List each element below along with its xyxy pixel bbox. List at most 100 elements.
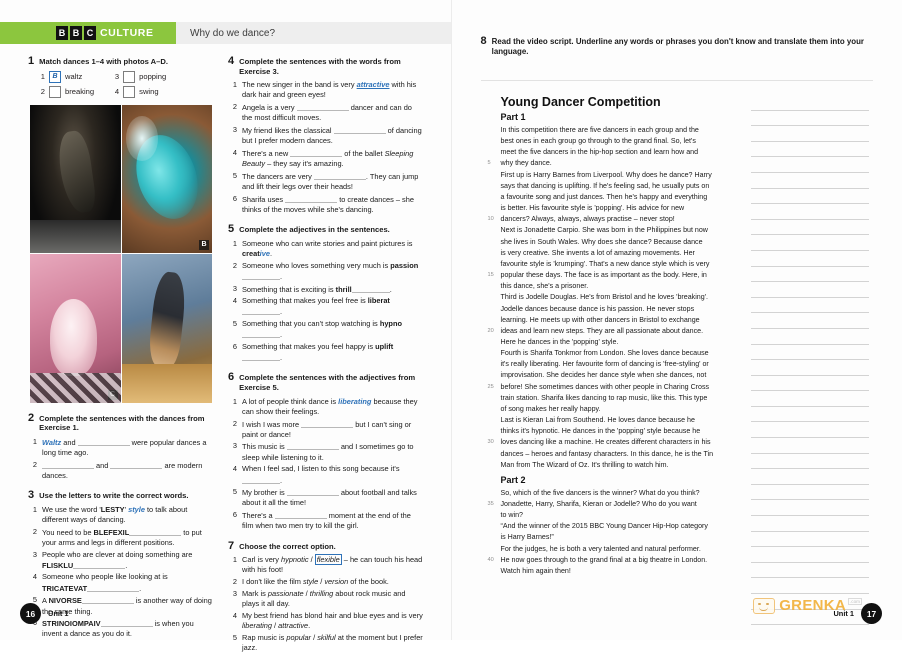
- exercise-item[interactable]: 1Someone who can write stories and paint…: [228, 239, 424, 259]
- match-item-2-answer-box[interactable]: [49, 86, 61, 98]
- exercise-item[interactable]: 3Mark is passionate / thrilling about ro…: [228, 589, 424, 609]
- answer-blank[interactable]: [242, 329, 280, 338]
- writing-line[interactable]: [751, 267, 869, 283]
- writing-line[interactable]: [751, 532, 869, 548]
- exercise-item[interactable]: 3People who are clever at doing somethin…: [28, 550, 214, 571]
- writing-line[interactable]: [751, 376, 869, 392]
- match-item-1-answer-box[interactable]: B: [49, 71, 61, 83]
- exercise-item[interactable]: 5Rap music is popular / skilful at the m…: [228, 633, 424, 653]
- exercise-item[interactable]: 1Waltz and were popular dances a long ti…: [28, 437, 214, 458]
- writing-line[interactable]: [751, 345, 869, 361]
- exercise-item[interactable]: 2You need to be BLEFEXIL to put your arm…: [28, 527, 214, 548]
- exercise-item[interactable]: 4Something that makes you feel free is l…: [228, 296, 424, 317]
- writing-line[interactable]: [751, 111, 869, 127]
- writing-line[interactable]: [751, 189, 869, 205]
- writing-line[interactable]: [751, 563, 869, 579]
- answer-blank[interactable]: [297, 102, 349, 111]
- exercise-item[interactable]: 5My brother is about football and talks …: [228, 487, 424, 508]
- writing-line[interactable]: [751, 298, 869, 314]
- match-item-3-answer-box[interactable]: [123, 71, 135, 83]
- answer-writing-lines[interactable]: [751, 95, 869, 625]
- answer-blank[interactable]: [82, 595, 134, 604]
- writing-line[interactable]: [751, 282, 869, 298]
- match-item-2[interactable]: 2 breaking: [38, 86, 94, 98]
- exercise-item[interactable]: 4Someone who people like looking at is T…: [28, 572, 214, 593]
- exercise-item[interactable]: 2I don't like the film style / version o…: [228, 577, 424, 587]
- answer-blank[interactable]: [287, 441, 339, 450]
- answer-blank[interactable]: [352, 284, 390, 293]
- exercise-item[interactable]: 4My best friend has blond hair and blue …: [228, 611, 424, 631]
- option-word[interactable]: hypnotic: [281, 555, 309, 564]
- writing-line[interactable]: [751, 220, 869, 236]
- answer-blank[interactable]: [242, 475, 280, 484]
- exercise-item[interactable]: 3This music is and I sometimes go to sle…: [228, 441, 424, 462]
- answer-blank[interactable]: [334, 125, 386, 134]
- answer-blank[interactable]: [275, 510, 327, 519]
- answer-blank[interactable]: [87, 583, 139, 592]
- writing-line[interactable]: [751, 469, 869, 485]
- exercise-item[interactable]: 1Carl is very hypnotic / flexible – he c…: [228, 555, 424, 575]
- exercise-item[interactable]: 2 and are modern dances.: [28, 460, 214, 481]
- match-item-4[interactable]: 4 swing: [112, 86, 166, 98]
- exercise-item[interactable]: 2Someone who loves something very much i…: [228, 261, 424, 282]
- option-word[interactable]: liberating: [242, 621, 272, 630]
- exercise-item[interactable]: 5Something that you can't stop watching …: [228, 319, 424, 340]
- exercise-item[interactable]: 1The new singer in the band is very attr…: [228, 80, 424, 100]
- option-word[interactable]: thrilling: [310, 589, 333, 598]
- answer-blank[interactable]: [242, 306, 280, 315]
- writing-line[interactable]: [751, 500, 869, 516]
- exercise-item[interactable]: 1We use the word 'LESTY' style to talk a…: [28, 505, 214, 525]
- writing-line[interactable]: [751, 578, 869, 594]
- writing-line[interactable]: [751, 251, 869, 267]
- exercise-item[interactable]: 6Sharifa uses to create dances – she thi…: [228, 194, 424, 215]
- option-word[interactable]: version: [324, 577, 348, 586]
- answer-blank[interactable]: [101, 618, 153, 627]
- option-word[interactable]: passionate: [268, 589, 304, 598]
- exercise-item[interactable]: 6There's a moment at the end of the film…: [228, 510, 424, 531]
- writing-line[interactable]: [751, 95, 869, 111]
- answer-blank[interactable]: [285, 194, 337, 203]
- writing-line[interactable]: [751, 391, 869, 407]
- answer-blank[interactable]: [242, 352, 280, 361]
- writing-line[interactable]: [751, 313, 869, 329]
- writing-line[interactable]: [751, 485, 869, 501]
- writing-line[interactable]: [751, 235, 869, 251]
- writing-line[interactable]: [751, 454, 869, 470]
- writing-line[interactable]: [751, 173, 869, 189]
- option-word[interactable]: popular: [286, 633, 311, 642]
- writing-line[interactable]: [751, 157, 869, 173]
- writing-line[interactable]: [751, 407, 869, 423]
- answer-blank[interactable]: [110, 460, 162, 469]
- match-item-4-answer-box[interactable]: [123, 86, 135, 98]
- writing-line[interactable]: [751, 422, 869, 438]
- option-word[interactable]: attractive: [278, 621, 308, 630]
- writing-line[interactable]: [751, 329, 869, 345]
- option-word[interactable]: skilful: [317, 633, 335, 642]
- exercise-item[interactable]: 5The dancers are very . They can jump an…: [228, 171, 424, 192]
- exercise-item[interactable]: 3My friend likes the classical of dancin…: [228, 125, 424, 146]
- answer-blank[interactable]: [287, 487, 339, 496]
- answer-blank[interactable]: [42, 460, 94, 469]
- answer-blank[interactable]: [242, 271, 280, 280]
- writing-line[interactable]: [751, 126, 869, 142]
- writing-line[interactable]: [751, 360, 869, 376]
- writing-line[interactable]: [751, 547, 869, 563]
- match-item-1[interactable]: 1 B waltz: [38, 71, 94, 83]
- exercise-item[interactable]: 6Something that makes you feel happy is …: [228, 342, 424, 363]
- writing-line[interactable]: [751, 516, 869, 532]
- answer-blank[interactable]: [314, 171, 366, 180]
- exercise-item[interactable]: 2I wish I was more but I can't sing or p…: [228, 419, 424, 440]
- selected-option[interactable]: flexible: [315, 554, 342, 565]
- exercise-item[interactable]: 2Angela is a very dancer and can do the …: [228, 102, 424, 123]
- answer-blank[interactable]: [129, 527, 181, 536]
- writing-line[interactable]: [751, 142, 869, 158]
- answer-blank[interactable]: [290, 148, 342, 157]
- answer-blank[interactable]: [301, 419, 353, 428]
- match-item-3[interactable]: 3 popping: [112, 71, 166, 83]
- answer-blank[interactable]: [78, 437, 130, 446]
- writing-line[interactable]: [751, 204, 869, 220]
- exercise-item[interactable]: 1A lot of people think dance is liberati…: [228, 397, 424, 417]
- answer-blank[interactable]: [73, 560, 125, 569]
- writing-line[interactable]: [751, 438, 869, 454]
- exercise-item[interactable]: 4When I feel sad, I listen to this song …: [228, 464, 424, 485]
